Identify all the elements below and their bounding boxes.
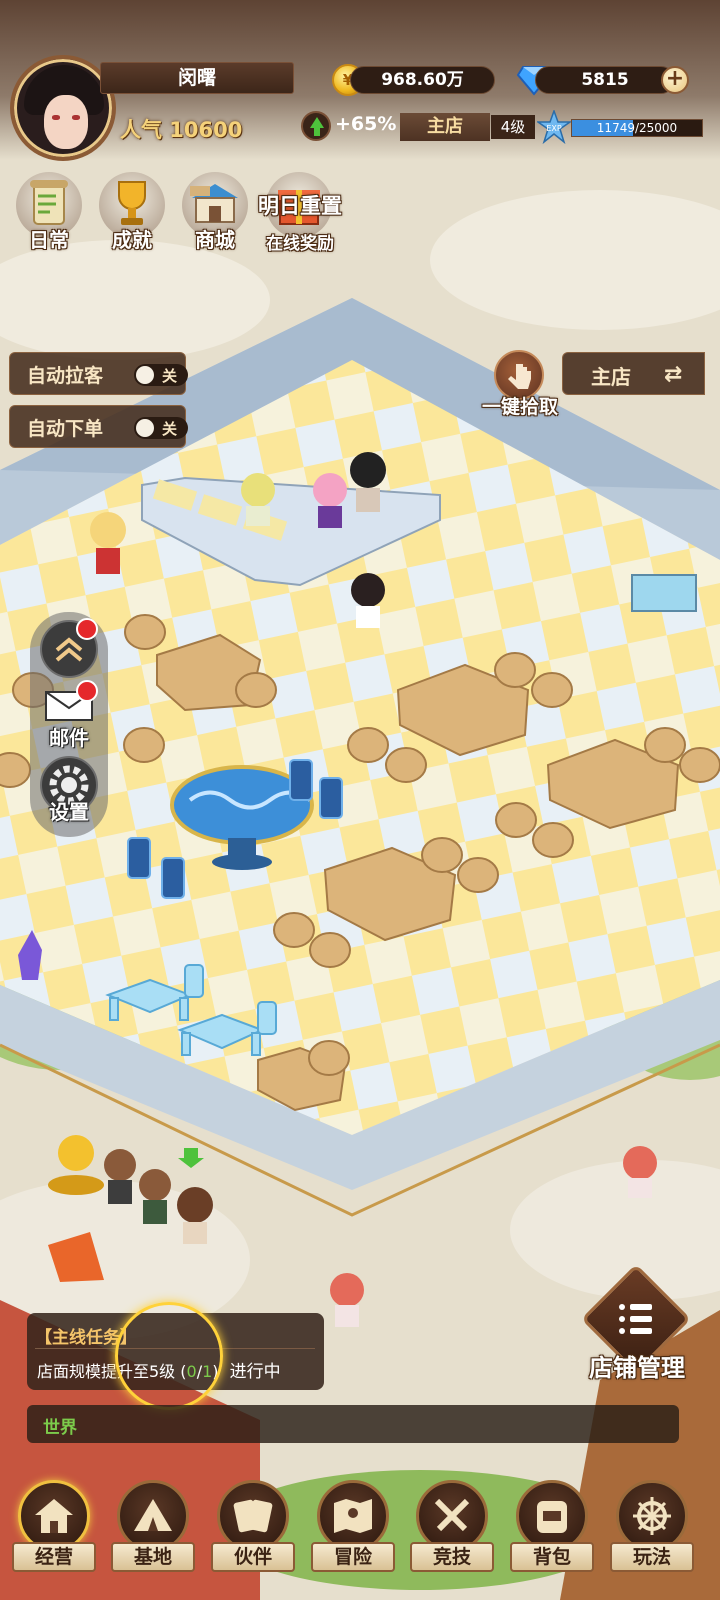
nav-base-label: 基地 bbox=[111, 1542, 195, 1572]
achievement-button[interactable]: 成就 bbox=[95, 172, 169, 252]
nav-adventure-label: 冒险 bbox=[311, 1542, 395, 1572]
tutorial-highlight-ring bbox=[115, 1302, 223, 1410]
nav-gameplay[interactable]: 玩法 bbox=[610, 1480, 694, 1600]
shop-management-label: 店铺管理 bbox=[589, 1354, 685, 1382]
player-name: 闵曙 bbox=[100, 62, 294, 94]
one-click-pickup-label: 一键拾取 bbox=[481, 396, 558, 418]
auto-order-toggle[interactable]: 自动下单 关 bbox=[9, 405, 188, 448]
world-chat-bar[interactable]: 世界 bbox=[27, 1405, 679, 1443]
auto-order-state: 关 bbox=[162, 420, 178, 438]
nav-adventure[interactable]: 冒险 bbox=[311, 1480, 395, 1600]
exp-progress-text: 11749/25000 bbox=[596, 121, 678, 135]
reward-label: 在线奖励 bbox=[266, 234, 334, 254]
shop-level: 4级 bbox=[491, 115, 535, 139]
exp-label: EXP bbox=[546, 124, 562, 133]
bottom-navigation: 经营 基地 伙伴 冒险 竞技 背包 玩法 bbox=[0, 1470, 720, 1600]
nav-partners[interactable]: 伙伴 bbox=[211, 1480, 295, 1600]
auto-order-label: 自动下单 bbox=[27, 418, 104, 440]
switch-knob bbox=[136, 419, 154, 437]
nav-gameplay-label: 玩法 bbox=[610, 1542, 694, 1572]
avatar-eye bbox=[72, 115, 80, 120]
daily-label: 日常 bbox=[29, 228, 69, 252]
auto-guest-toggle[interactable]: 自动拉客 关 bbox=[9, 352, 188, 395]
reward-reset-text: 明日重置 bbox=[258, 194, 342, 218]
avatar-eye bbox=[52, 115, 60, 120]
mall-label: 商城 bbox=[195, 228, 235, 252]
green-up-arrow-icon bbox=[301, 111, 331, 141]
world-chat-channel: 世界 bbox=[43, 1418, 77, 1438]
nav-backpack[interactable]: 背包 bbox=[510, 1480, 594, 1600]
notification-badge bbox=[76, 618, 98, 640]
avatar-face bbox=[44, 95, 88, 149]
achievement-label: 成就 bbox=[112, 228, 152, 252]
quest-state: 进行中 bbox=[229, 1362, 281, 1382]
mall-button[interactable]: 商城 bbox=[178, 172, 252, 252]
switch-knob bbox=[136, 366, 154, 384]
auto-order-switch[interactable]: 关 bbox=[134, 417, 188, 439]
auto-guest-label: 自动拉客 bbox=[27, 365, 104, 387]
settings-label: 设置 bbox=[49, 800, 89, 824]
nav-backpack-label: 背包 bbox=[510, 1542, 594, 1572]
nav-business[interactable]: 经营 bbox=[12, 1480, 96, 1600]
nav-base[interactable]: 基地 bbox=[111, 1480, 195, 1600]
boost-value: +65% bbox=[335, 113, 397, 135]
list-icon bbox=[619, 1304, 652, 1334]
nav-arena[interactable]: 竞技 bbox=[410, 1480, 494, 1600]
boost-indicator[interactable]: +65% bbox=[301, 111, 396, 143]
exp-progress-bar: 11749/25000 bbox=[571, 119, 703, 137]
swap-arrows-icon: ⇄ bbox=[664, 362, 683, 387]
diamond-amount: 5815 bbox=[535, 66, 675, 94]
mail-notification-badge bbox=[76, 680, 98, 702]
main-shop-label: 主店 bbox=[591, 365, 631, 389]
current-shop-label: 主店 bbox=[400, 113, 490, 141]
daily-button[interactable]: 日常 bbox=[12, 172, 86, 252]
mail-label: 邮件 bbox=[49, 726, 89, 750]
add-diamonds-button[interactable]: + bbox=[661, 66, 689, 94]
auto-guest-state: 关 bbox=[162, 367, 178, 385]
nav-arena-label: 竞技 bbox=[410, 1542, 494, 1572]
popularity-value: 人气 10600 bbox=[120, 118, 243, 142]
auto-guest-switch[interactable]: 关 bbox=[134, 364, 188, 386]
nav-partners-label: 伙伴 bbox=[211, 1542, 295, 1572]
exp-star-icon: EXP bbox=[537, 110, 571, 144]
nav-business-label: 经营 bbox=[12, 1542, 96, 1572]
main-shop-switch-button[interactable]: 主店 ⇄ bbox=[562, 352, 705, 395]
gold-amount: 968.60万 bbox=[350, 66, 495, 94]
